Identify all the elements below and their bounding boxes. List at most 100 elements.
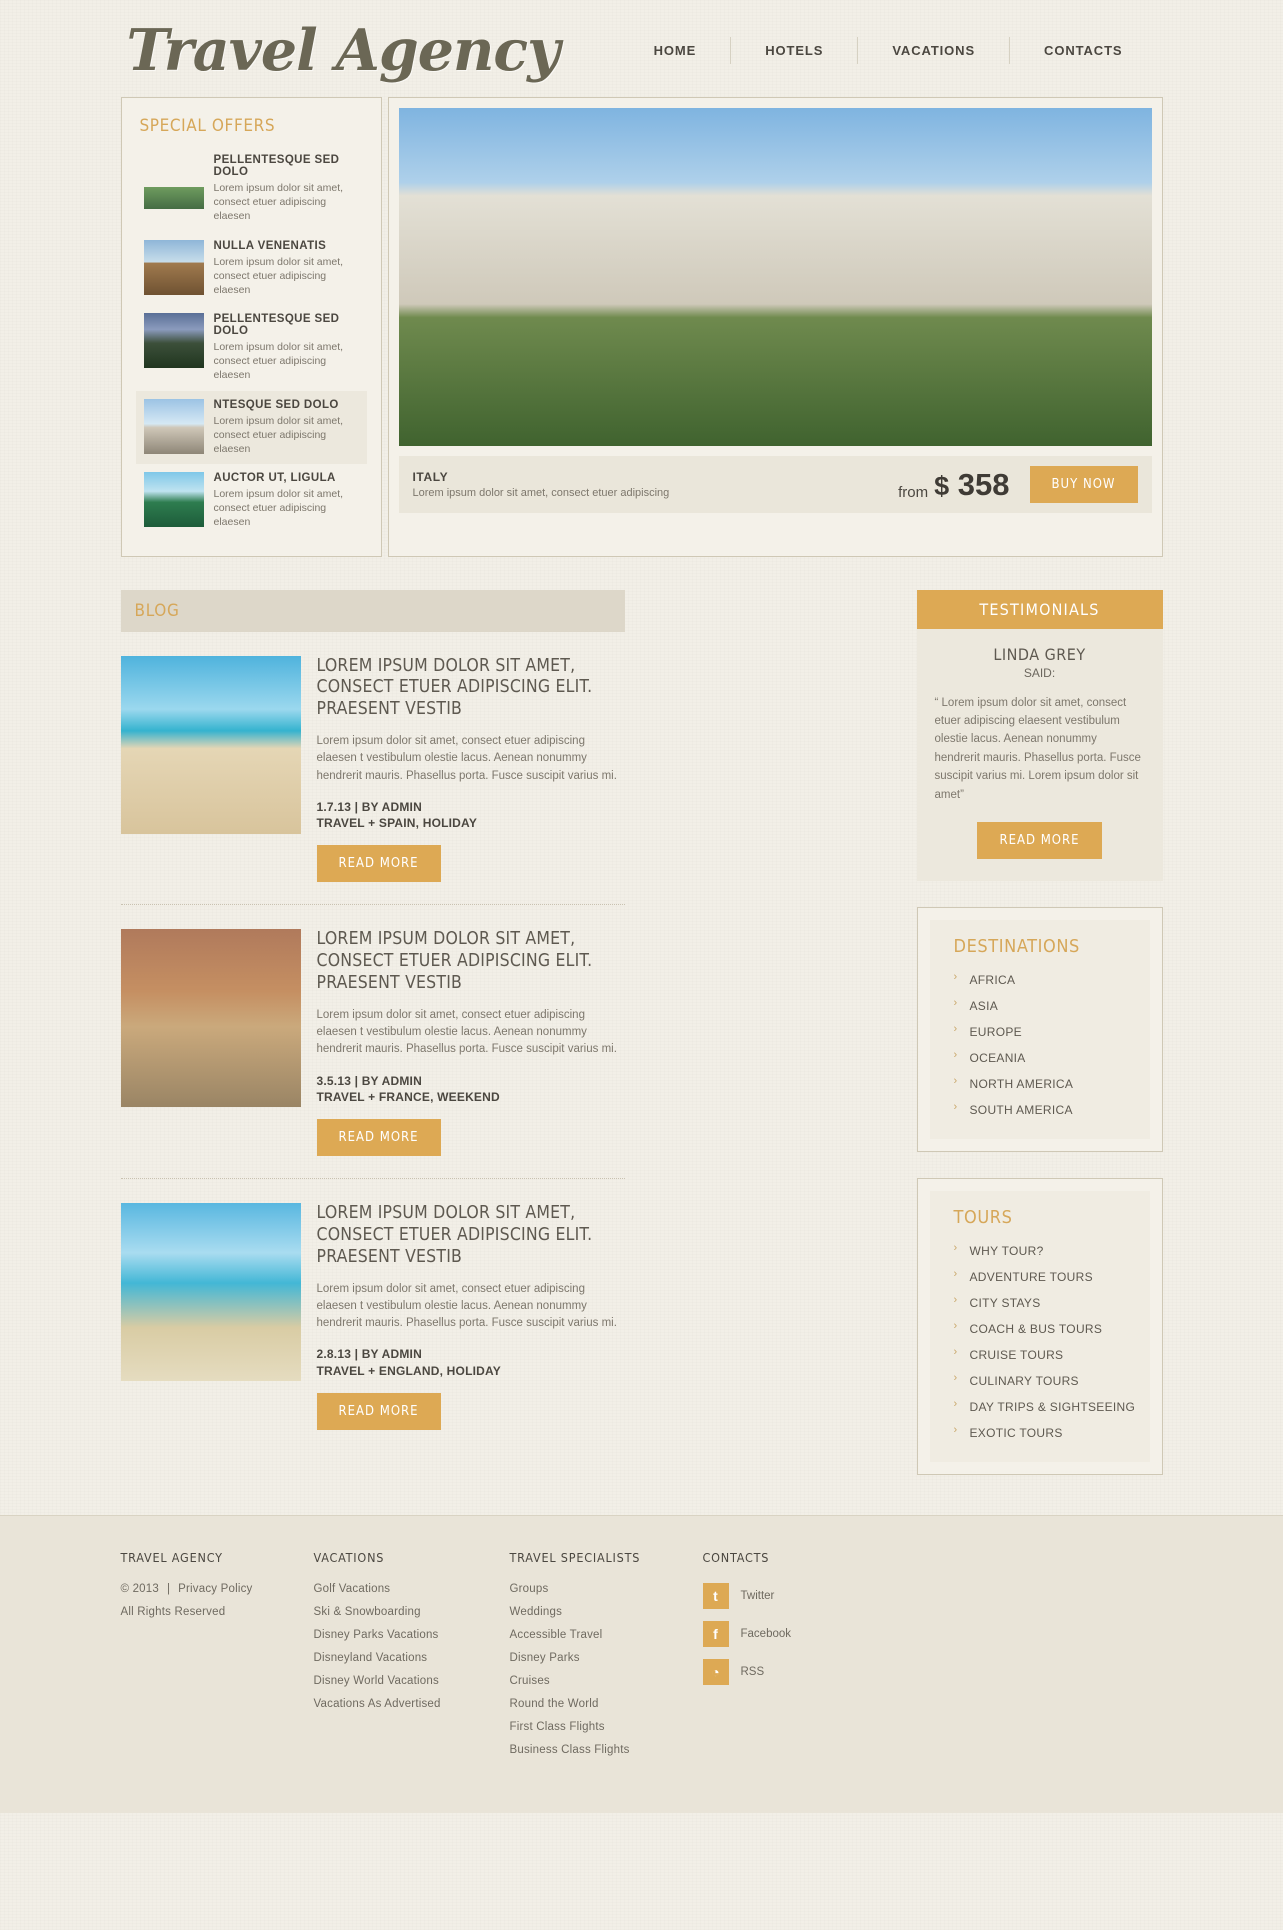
destination-item[interactable]: › OCEANIA [944,1045,1136,1071]
read-more-button[interactable]: READ MORE [316,845,441,883]
tour-link[interactable]: DAY TRIPS & SIGHTSEEING [970,1400,1136,1414]
tour-item[interactable]: › CRUISE TOURS [944,1342,1136,1368]
offer-title: NTESQUE SED DOLO [213,398,339,411]
tour-link[interactable]: WHY TOUR? [970,1244,1044,1258]
destination-link[interactable]: ASIA [970,999,999,1013]
nav-item-home[interactable]: HOME [620,37,731,64]
tour-link[interactable]: EXOTIC TOURS [970,1426,1063,1440]
offer-text: Lorem ipsum dolor sit amet, consect etue… [213,488,344,529]
footer-specialists-link[interactable]: Disney Parks [510,1652,703,1664]
footer-vacations-link[interactable]: Disneyland Vacations [314,1652,510,1664]
special-offer-item[interactable]: PELLENTESQUE SED DOLO Lorem ipsum dolor … [136,305,367,391]
tour-item[interactable]: › EXOTIC TOURS [944,1420,1136,1446]
footer-vacations-link[interactable]: Disney World Vacations [314,1675,510,1687]
social-label: RSS [740,1665,765,1678]
tour-link[interactable]: CRUISE TOURS [970,1348,1064,1362]
social-link-twitter[interactable]: t Twitter [702,1582,903,1609]
footer-privacy-policy-link[interactable]: Privacy Policy [178,1583,252,1595]
buy-now-button[interactable]: BUY NOW [1029,466,1138,503]
offer-thumbnail [143,154,204,209]
tour-item[interactable]: › WHY TOUR? [944,1238,1136,1264]
testimonial-read-more-button[interactable]: READ MORE [977,821,1102,859]
tour-link[interactable]: CITY STAYS [970,1296,1041,1310]
read-more-button[interactable]: READ MORE [316,1392,441,1430]
destination-item[interactable]: › EUROPE [944,1019,1136,1045]
destination-link[interactable]: SOUTH AMERICA [970,1103,1073,1117]
tour-link[interactable]: COACH & BUS TOURS [970,1322,1103,1336]
special-offer-item-selected[interactable]: NTESQUE SED DOLO Lorem ipsum dolor sit a… [135,390,367,465]
nav-item-contacts[interactable]: CONTACTS [1009,37,1156,64]
hero-currency: $ [934,470,950,501]
post-heading[interactable]: LOREM IPSUM DOLOR SIT AMET, CONSECT ETUE… [317,656,625,722]
tour-item[interactable]: › COACH & BUS TOURS [944,1316,1136,1342]
footer-specialists-link[interactable]: Weddings [510,1606,703,1618]
footer-col4-title: CONTACTS [702,1549,770,1565]
chevron-right-icon: › [953,1293,958,1306]
footer-specialists-link[interactable]: Groups [510,1583,703,1595]
destination-link[interactable]: EUROPE [970,1025,1022,1039]
offer-thumbnail [143,313,204,369]
chevron-right-icon: › [953,1319,958,1332]
testimonial-said-label: SAID: [1023,665,1056,680]
main-navigation: HOME HOTELS VACATIONS CONTACTS [620,37,1163,64]
footer-vacations-link[interactable]: Vacations As Advertised [314,1698,510,1710]
chevron-right-icon: › [953,1100,958,1113]
offer-text: Lorem ipsum dolor sit amet, consect etue… [213,255,344,296]
footer-vacations-link[interactable]: Disney Parks Vacations [314,1629,510,1641]
read-more-button[interactable]: READ MORE [316,1119,441,1157]
footer-specialists-link[interactable]: Business Class Flights [510,1744,703,1756]
post-heading[interactable]: LOREM IPSUM DOLOR SIT AMET, CONSECT ETUE… [317,929,625,995]
destination-item[interactable]: › ASIA [944,993,1136,1019]
site-footer: TRAVEL AGENCY © 2013 | Privacy Policy Al… [0,1514,1283,1813]
blog-post: LOREM IPSUM DOLOR SIT AMET, CONSECT ETUE… [120,632,625,906]
hero-description: Lorem ipsum dolor sit amet, consect etue… [412,487,670,499]
special-offer-item[interactable]: AUCTOR UT, LIGULA Lorem ipsum dolor sit … [136,464,367,538]
nav-item-vacations[interactable]: VACATIONS [857,37,1009,64]
chevron-right-icon: › [953,1371,958,1384]
destination-item[interactable]: › NORTH AMERICA [944,1071,1136,1097]
chevron-right-icon: › [953,996,958,1009]
nav-item-hotels[interactable]: HOTELS [730,37,857,64]
destination-link[interactable]: OCEANIA [970,1051,1026,1065]
post-heading[interactable]: LOREM IPSUM DOLOR SIT AMET, CONSECT ETUE… [317,1203,625,1269]
social-link-facebook[interactable]: f Facebook [702,1620,903,1647]
destination-link[interactable]: AFRICA [970,973,1016,987]
special-offer-item[interactable]: PELLENTESQUE SED DOLO Lorem ipsum dolor … [136,146,367,232]
offer-title: AUCTOR UT, LIGULA [213,472,336,485]
tours-title: TOURS [953,1206,1013,1228]
destinations-panel: DESTINATIONS › AFRICA › ASIA › EUROPE › OCEA… [916,906,1163,1152]
chevron-right-icon: › [953,1074,958,1087]
testimonials-panel: TESTIMONIALS LINDA GREY SAID: “ Lorem ip… [916,589,1163,881]
tour-item[interactable]: › DAY TRIPS & SIGHTSEEING [944,1394,1136,1420]
social-link-rss[interactable]: ◔ RSS [702,1658,903,1685]
post-excerpt: Lorem ipsum dolor sit amet, consect etue… [316,1282,617,1330]
tour-item[interactable]: › CULINARY TOURS [944,1368,1136,1394]
destination-link[interactable]: NORTH AMERICA [970,1077,1074,1091]
testimonial-author: LINDA GREY [993,644,1086,664]
social-label: Twitter [740,1589,775,1602]
testimonial-quote: “ Lorem ipsum dolor sit amet, consect et… [934,696,1141,801]
sidebar: TESTIMONIALS LINDA GREY SAID: “ Lorem ip… [916,589,1163,1475]
footer-vacations-link[interactable]: Golf Vacations [314,1583,510,1595]
footer-specialists-link[interactable]: Accessible Travel [510,1629,703,1641]
footer-specialists-link[interactable]: Cruises [510,1675,703,1687]
footer-vacations-link[interactable]: Ski & Snowboarding [314,1606,510,1618]
offer-title: PELLENTESQUE SED DOLO [213,154,340,178]
tour-link[interactable]: ADVENTURE TOURS [970,1270,1093,1284]
tour-item[interactable]: › CITY STAYS [944,1290,1136,1316]
destination-item[interactable]: › SOUTH AMERICA [944,1097,1136,1123]
special-offer-item[interactable]: NULLA VENENATIS Lorem ipsum dolor sit am… [136,232,367,306]
hero-price: $ 358 [934,467,1009,503]
tour-item[interactable]: › ADVENTURE TOURS [944,1264,1136,1290]
destination-item[interactable]: › AFRICA [944,967,1136,993]
post-meta: 1.7.13 | BY ADMIN TRAVEL + SPAIN, HOLIDA… [317,799,625,831]
footer-specialists-link[interactable]: Round the World [510,1698,703,1710]
tour-link[interactable]: CULINARY TOURS [970,1374,1079,1388]
hero-offer-bar: ITALY Lorem ipsum dolor sit amet, consec… [398,456,1152,513]
blog-column: BLOG LOREM IPSUM DOLOR SIT AMET, CONSECT… [120,589,625,1475]
site-header: Travel Agency HOME HOTELS VACATIONS CONT… [121,0,1163,97]
blog-post: LOREM IPSUM DOLOR SIT AMET, CONSECT ETUE… [120,905,625,1180]
site-logo[interactable]: Travel Agency [121,22,561,79]
footer-specialists-link[interactable]: First Class Flights [510,1721,703,1733]
chevron-right-icon: › [953,1345,958,1358]
